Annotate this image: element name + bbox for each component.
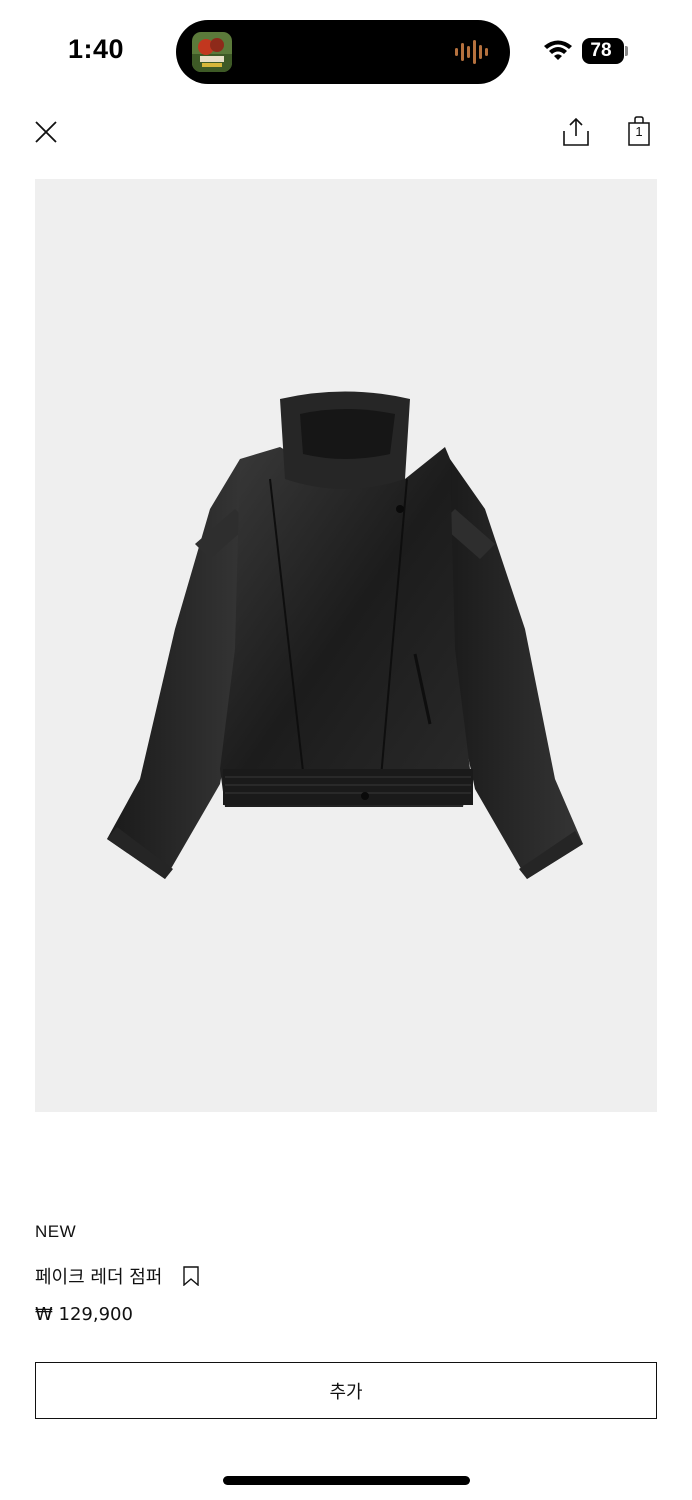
- share-icon: [563, 117, 589, 146]
- bookmark-icon: [183, 1266, 200, 1286]
- battery-icon: 78: [582, 38, 628, 64]
- dynamic-island[interactable]: [176, 20, 510, 84]
- status-time: 1:40: [68, 34, 125, 64]
- battery-level: 78: [590, 40, 612, 61]
- bag-count: 1: [635, 124, 643, 139]
- close-icon: [35, 121, 57, 143]
- shopping-bag-button[interactable]: 1: [622, 114, 656, 150]
- home-indicator[interactable]: [223, 1476, 470, 1485]
- album-art-icon: [192, 32, 232, 72]
- product-price: ₩ 129,900: [35, 1304, 133, 1325]
- product-image[interactable]: [35, 179, 657, 1112]
- bookmark-button[interactable]: [182, 1265, 200, 1287]
- product-badge: NEW: [35, 1222, 77, 1241]
- waveform-icon: [454, 39, 492, 65]
- product-title: 페이크 레더 점퍼: [35, 1267, 163, 1288]
- product-title-row: 페이크 레더 점퍼: [35, 1263, 200, 1289]
- share-button[interactable]: [558, 114, 594, 150]
- leather-jacket-image: [107, 391, 583, 879]
- close-button[interactable]: [28, 114, 64, 150]
- add-to-cart-button[interactable]: 추가: [35, 1362, 657, 1419]
- status-bar: 1:40 78: [0, 0, 692, 100]
- wifi-icon: [542, 38, 574, 62]
